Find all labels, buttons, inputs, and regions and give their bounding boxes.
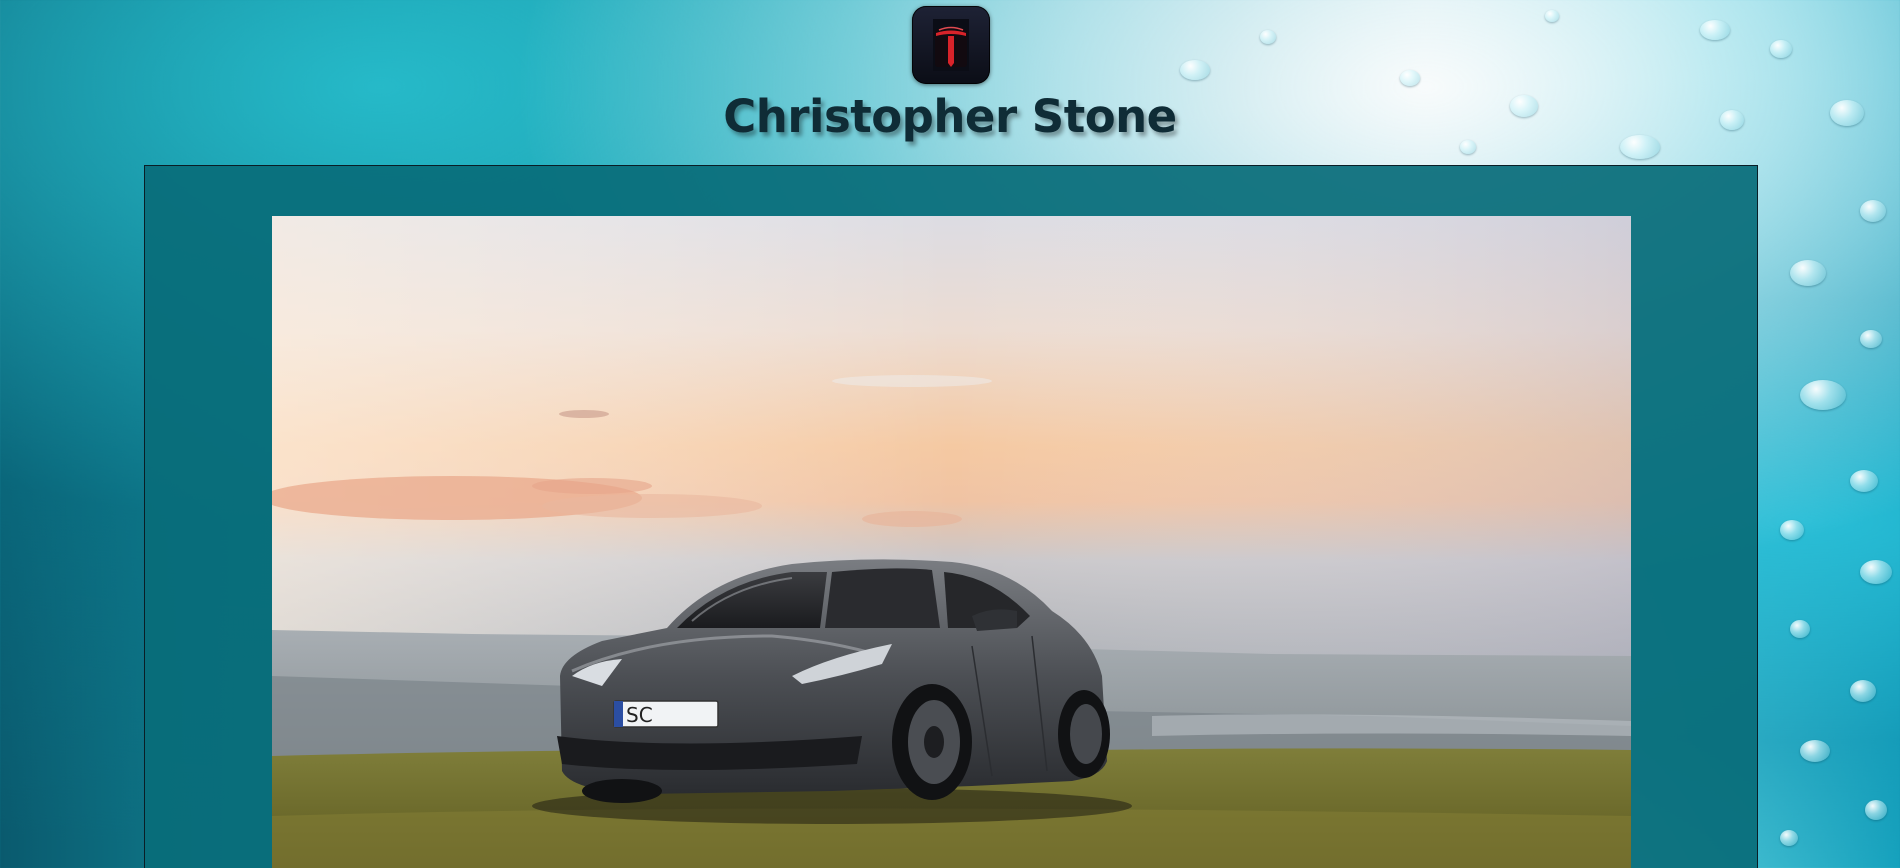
bubble: [1860, 560, 1892, 584]
bubble: [1780, 520, 1804, 540]
bubble: [1860, 330, 1882, 348]
bubble: [1790, 620, 1810, 638]
car-photo-icon: SC: [272, 216, 1631, 868]
bubble: [1790, 260, 1826, 286]
bubble: [1850, 680, 1876, 702]
bubble: [1865, 800, 1887, 820]
tesla-logo-icon[interactable]: [912, 6, 990, 84]
site-header: Christopher Stone: [0, 0, 1900, 160]
page-title: Christopher Stone: [723, 90, 1177, 143]
bubble: [1780, 830, 1798, 846]
hero-image: SC: [272, 216, 1631, 868]
bubble: [1800, 380, 1846, 410]
bubble: [1850, 470, 1878, 492]
bubble: [1800, 740, 1830, 762]
license-plate-text: SC: [626, 703, 653, 727]
bubble: [1860, 200, 1886, 222]
